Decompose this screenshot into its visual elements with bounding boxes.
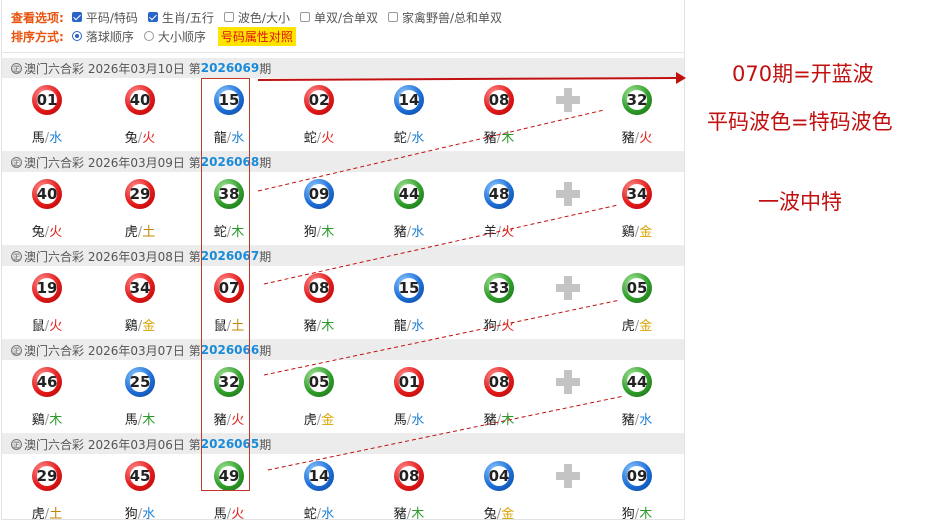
note-conclusion: 一波中特 xyxy=(758,190,842,214)
link-line-1 xyxy=(257,109,605,192)
note-rule: 平码波色=特码波色 xyxy=(707,110,893,134)
link-line-2 xyxy=(263,204,619,285)
arrow-head xyxy=(676,72,686,84)
note-period: 070期=开蓝波 xyxy=(732,62,874,86)
arrow-line xyxy=(257,77,677,81)
link-line-4 xyxy=(267,395,625,471)
link-line-3 xyxy=(263,299,621,376)
